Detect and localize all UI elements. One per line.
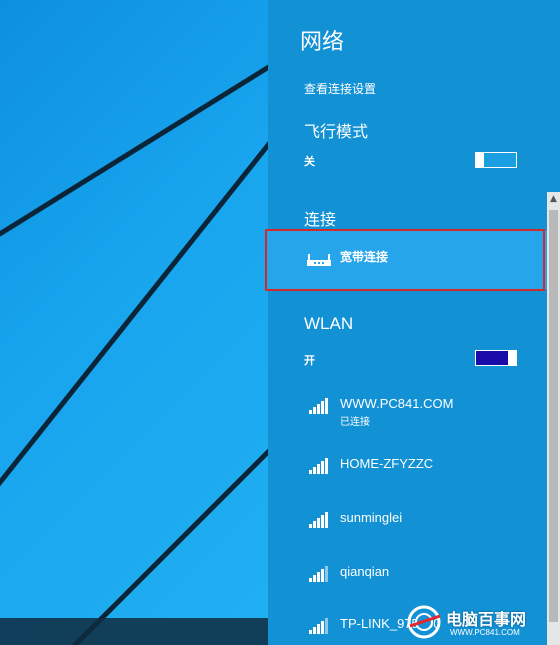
taskbar [0, 618, 268, 645]
wifi-network-item[interactable]: qianqian [308, 564, 548, 604]
wifi-network-name: WWW.PC841.COM [340, 396, 454, 411]
chevron-up-icon[interactable]: ▲ [547, 192, 560, 206]
toggle-thumb [475, 152, 484, 168]
wifi-network-item[interactable]: HOME-ZFYZZC [308, 456, 548, 496]
airplane-mode-title: 飞行模式 [304, 122, 369, 141]
wlan-state: 开 [304, 354, 315, 367]
airplane-mode-toggle[interactable] [475, 152, 517, 168]
watermark-site-name: 电脑百事网 [446, 610, 527, 629]
wifi-network-name: qianqian [340, 564, 390, 579]
watermark-url: WWW.PC841.COM [450, 628, 520, 637]
watermark: 电脑百事网 WWW.PC841.COM [406, 602, 560, 645]
connections-title: 连接 [304, 210, 337, 229]
wlan-title: WLAN [304, 314, 354, 333]
wifi-network-name: sunminglei [340, 510, 403, 525]
toggle-thumb [508, 350, 517, 366]
wifi-signal-icon [309, 458, 328, 474]
wifi-network-name: HOME-ZFYZZC [340, 456, 434, 471]
scroll-thumb[interactable] [549, 210, 558, 622]
airplane-mode-state: 关 [304, 155, 315, 168]
panel-title: 网络 [300, 30, 345, 55]
view-connection-settings-link[interactable]: 查看连接设置 [304, 80, 376, 97]
highlight-outline [265, 229, 545, 291]
wifi-signal-icon [309, 618, 328, 634]
wifi-signal-icon [309, 512, 328, 528]
wlan-toggle[interactable] [475, 350, 517, 366]
wifi-network-item[interactable]: sunminglei [308, 510, 548, 550]
desktop-background [0, 0, 268, 645]
wifi-network-item[interactable]: WWW.PC841.COM 已连接 [308, 396, 548, 436]
wifi-network-status: 已连接 [340, 417, 370, 428]
desktop-wallpaper-lines [0, 64, 268, 645]
scrollbar[interactable]: ▲ [547, 192, 560, 645]
wifi-signal-icon [309, 398, 328, 414]
site-logo-icon [407, 605, 441, 639]
wifi-signal-icon [309, 566, 328, 582]
network-panel: 网络 查看连接设置 飞行模式 关 连接 宽带连接 WLAN 开 WWW.PC84… [268, 0, 560, 645]
